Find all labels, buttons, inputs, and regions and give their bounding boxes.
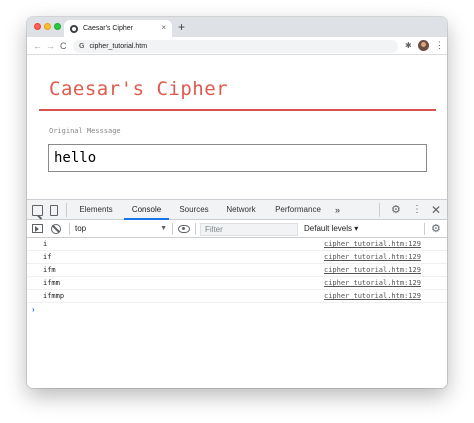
console-toolbar: top ▼ Filter Default levels ▾ ⚙ xyxy=(27,220,447,238)
log-levels-dropdown[interactable]: Default levels ▾ xyxy=(304,223,358,235)
sidebar-toggle-icon[interactable] xyxy=(32,224,43,233)
close-icon[interactable]: ✕ xyxy=(431,202,441,218)
message-input[interactable]: hello xyxy=(48,144,427,172)
new-tab-button[interactable]: + xyxy=(178,19,185,35)
url-text[interactable]: cipher_tutorial.htm xyxy=(89,43,147,50)
extensions-icon[interactable]: ✱ xyxy=(405,41,412,50)
browser-toolbar: ← → C G cipher_tutorial.htm ✱ ⋮ xyxy=(27,37,447,55)
gear-icon[interactable]: ⚙ xyxy=(391,203,401,217)
reload-button[interactable]: C xyxy=(60,39,67,53)
more-tabs-button[interactable]: » xyxy=(335,200,340,220)
console-message: ifmmp cipher_tutorial.htm:129 xyxy=(27,290,447,303)
message-text: ifm xyxy=(43,266,56,274)
profile-avatar[interactable] xyxy=(418,40,429,51)
context-select[interactable]: top ▼ xyxy=(75,223,167,235)
title-divider xyxy=(39,109,436,111)
console-message: ifm cipher_tutorial.htm:129 xyxy=(27,264,447,277)
devtools-panel: Elements Console Sources Network Perform… xyxy=(27,199,447,388)
message-text: if xyxy=(43,253,52,261)
page-content: Caesar's Cipher Original Messsage hello xyxy=(27,56,447,199)
tab-title: Caesar's Cipher xyxy=(83,25,133,32)
browser-menu-icon[interactable]: ⋮ xyxy=(435,40,444,51)
source-link[interactable]: cipher_tutorial.htm:129 xyxy=(324,277,421,289)
divider xyxy=(379,203,380,217)
tab-console[interactable]: Console xyxy=(124,200,169,220)
tab-elements[interactable]: Elements xyxy=(73,200,119,220)
tab-strip: Caesar's Cipher × + xyxy=(27,17,447,37)
divider xyxy=(69,223,70,235)
tab-sources[interactable]: Sources xyxy=(174,200,214,220)
divider xyxy=(66,203,67,217)
tab-performance[interactable]: Performance xyxy=(268,200,328,220)
filter-input[interactable]: Filter xyxy=(200,223,298,236)
divider xyxy=(172,223,173,235)
console-message: i cipher_tutorial.htm:129 xyxy=(27,238,447,251)
devtools-tabbar: Elements Console Sources Network Perform… xyxy=(27,200,447,220)
address-bar[interactable]: G cipher_tutorial.htm xyxy=(73,40,398,53)
eye-icon[interactable] xyxy=(178,225,190,233)
browser-tab[interactable]: Caesar's Cipher × xyxy=(64,20,172,37)
browser-window: Caesar's Cipher × + ← → C G cipher_tutor… xyxy=(27,17,447,388)
clear-console-icon[interactable] xyxy=(51,224,61,234)
maximize-window-button[interactable] xyxy=(54,23,61,30)
divider xyxy=(195,223,196,235)
source-link[interactable]: cipher_tutorial.htm:129 xyxy=(324,251,421,263)
minimize-window-button[interactable] xyxy=(44,23,51,30)
inspect-element-icon[interactable] xyxy=(32,205,43,216)
source-link[interactable]: cipher_tutorial.htm:129 xyxy=(324,264,421,276)
console-message: if cipher_tutorial.htm:129 xyxy=(27,251,447,264)
tab-network[interactable]: Network xyxy=(220,200,262,220)
message-text: ifmm xyxy=(43,279,60,287)
console-prompt[interactable]: › xyxy=(32,305,35,314)
device-toolbar-icon[interactable] xyxy=(50,205,58,216)
divider xyxy=(424,223,425,235)
forward-button[interactable]: → xyxy=(46,39,55,53)
context-value: top xyxy=(75,224,87,233)
console-messages: i cipher_tutorial.htm:129 if cipher_tuto… xyxy=(27,238,447,314)
source-link[interactable]: cipher_tutorial.htm:129 xyxy=(324,238,421,250)
console-message: ifmm cipher_tutorial.htm:129 xyxy=(27,277,447,290)
message-label: Original Messsage xyxy=(49,127,121,135)
gear-icon[interactable]: ⚙ xyxy=(431,222,441,236)
page-title: Caesar's Cipher xyxy=(49,78,229,100)
back-button[interactable]: ← xyxy=(33,39,42,53)
source-link[interactable]: cipher_tutorial.htm:129 xyxy=(324,290,421,302)
chevron-down-icon: ▼ xyxy=(160,225,167,232)
close-window-button[interactable] xyxy=(34,23,41,30)
message-text: i xyxy=(43,240,48,248)
tab-close-icon[interactable]: × xyxy=(161,23,166,33)
google-icon: G xyxy=(79,43,85,50)
globe-icon xyxy=(70,24,78,33)
message-text: ifmmp xyxy=(43,292,65,300)
devtools-menu-icon[interactable]: ⋮ xyxy=(412,203,422,217)
